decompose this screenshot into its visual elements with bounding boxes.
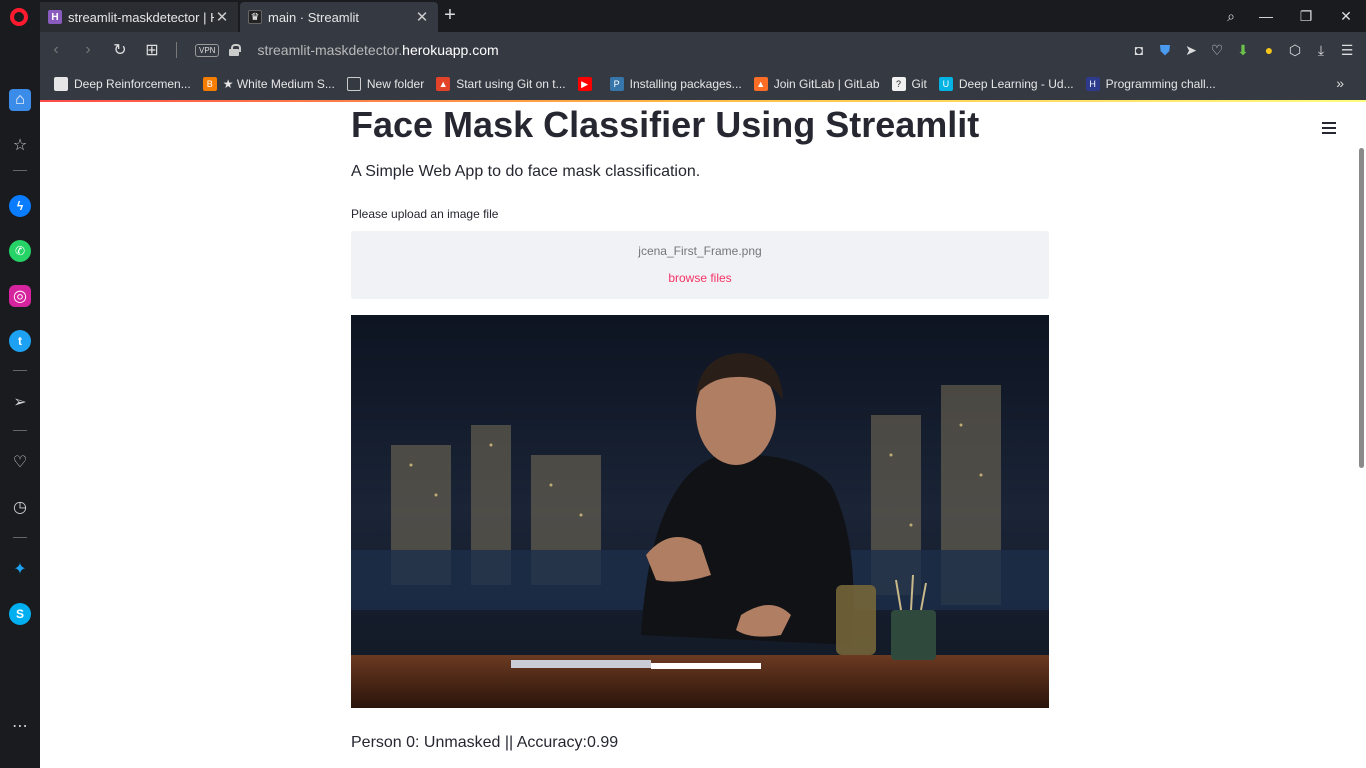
streamlit-icon: ♛ (248, 10, 262, 24)
bookmark-label: Git (911, 77, 927, 91)
bookmark-item[interactable]: H Programming chall... (1085, 77, 1216, 91)
bookmark-item[interactable]: ? Git (891, 77, 927, 91)
tab-strip: H streamlit-maskdetector | He ✕ ♛ main ·… (0, 0, 1366, 32)
adblock-shield-icon[interactable]: ⛊ (1152, 42, 1178, 59)
divider (13, 170, 27, 171)
bookmark-label: Programming chall... (1105, 77, 1216, 91)
page-subtitle: A Simple Web App to do face mask classif… (351, 163, 701, 180)
folder-icon (346, 77, 361, 91)
bookmark-label: Join GitLab | GitLab (773, 77, 880, 91)
heart-icon[interactable]: ♡ (1204, 42, 1230, 59)
uploaded-filename: jcena_First_Frame.png (638, 244, 762, 258)
tab-title: main · Streamlit (268, 9, 360, 25)
heart-icon[interactable]: ♡ (9, 451, 31, 473)
download-ext-icon[interactable]: ⬇ (1230, 42, 1256, 59)
reload-button[interactable]: ↻ (104, 40, 136, 60)
separator (176, 42, 177, 58)
tabs-grid-button[interactable]: ⊞ (136, 40, 168, 60)
emoji-ext-icon[interactable]: ● (1256, 42, 1282, 58)
python-icon: P (609, 77, 624, 91)
send-icon[interactable]: ➤ (1178, 42, 1204, 59)
streamlit-page: Face Mask Classifier Using Streamlit A S… (40, 100, 1366, 768)
downloads-icon[interactable]: ⤓ (1308, 42, 1334, 59)
twitter-bird-icon[interactable]: ✦ (9, 558, 31, 580)
address-bar: ‹ › ↻ ⊞ VPN streamlit-maskdetector.herok… (40, 32, 1366, 68)
hamburger-menu-icon[interactable] (1322, 122, 1336, 134)
url-prefix: streamlit-maskdetector. (257, 42, 403, 58)
vpn-badge[interactable]: VPN (195, 43, 220, 57)
url-field[interactable]: streamlit-maskdetector.herokuapp.com (257, 42, 498, 58)
bookmark-label: ★ White Medium S... (222, 77, 335, 91)
gitlab-icon: ▲ (753, 77, 768, 91)
history-icon[interactable]: ◷ (9, 496, 31, 518)
bookmark-item[interactable]: U Deep Learning - Ud... (938, 77, 1074, 91)
tab-title: streamlit-maskdetector | He (68, 9, 214, 25)
forward-button[interactable]: › (72, 41, 104, 59)
page-scrollbar[interactable] (1359, 148, 1364, 468)
url-domain: herokuapp.com (402, 42, 499, 58)
bookmark-item[interactable]: ▶ (577, 77, 598, 91)
messenger-icon[interactable]: ϟ (9, 195, 31, 217)
blogger-icon: B (202, 77, 217, 91)
opera-sidebar: ⌂ ☆ ϟ ✆ ◎ t ➢ ♡ ◷ ✦ S ⋯ (0, 32, 40, 768)
instagram-icon[interactable]: ◎ (9, 285, 31, 307)
minimize-button[interactable]: — (1246, 8, 1286, 24)
bookmark-item[interactable]: P Installing packages... (609, 77, 742, 91)
skype-icon[interactable]: S (9, 603, 31, 625)
close-window-button[interactable]: ✕ (1326, 8, 1366, 25)
classification-result: Person 0: Unmasked || Accuracy:0.99 (351, 734, 619, 751)
divider (13, 370, 27, 371)
more-icon[interactable]: ⋯ (9, 715, 31, 737)
close-icon[interactable]: ✕ (414, 8, 430, 26)
divider (13, 537, 27, 538)
bookmarks-overflow-icon[interactable]: » (1336, 75, 1344, 91)
upload-label: Please upload an image file (351, 207, 499, 221)
divider (13, 430, 27, 431)
bookmark-item[interactable]: Deep Reinforcemen... (54, 77, 191, 91)
easy-setup-icon[interactable]: ☰ (1334, 42, 1360, 59)
bookmark-label: Deep Reinforcemen... (74, 77, 191, 91)
restore-button[interactable]: ❐ (1286, 8, 1326, 25)
heroku-icon: H (48, 10, 62, 24)
twitter-icon[interactable]: t (9, 330, 31, 352)
page-title: Face Mask Classifier Using Streamlit (351, 104, 980, 145)
new-tab-button[interactable]: + (440, 4, 460, 26)
page-icon (54, 77, 68, 91)
gitlab-icon: ▲ (436, 77, 451, 91)
bookmark-label: Deep Learning - Ud... (958, 77, 1074, 91)
bookmark-item[interactable]: ▲ Start using Git on t... (436, 77, 566, 91)
youtube-icon: ▶ (577, 77, 592, 91)
uploaded-image (351, 315, 1049, 708)
home-icon[interactable]: ⌂ (9, 89, 31, 111)
bookmarks-bar: Deep Reinforcemen... B ★ White Medium S..… (40, 68, 1366, 100)
search-icon[interactable]: ⌕ (1216, 8, 1246, 25)
uploaded-photo-illustration (351, 315, 1049, 708)
tab-heroku[interactable]: H streamlit-maskdetector | He ✕ (40, 2, 238, 32)
tab-streamlit[interactable]: ♛ main · Streamlit ✕ (240, 2, 438, 32)
whatsapp-icon[interactable]: ✆ (9, 240, 31, 262)
decoration-bar (40, 100, 1366, 102)
window-controls: ⌕ — ❐ ✕ (1216, 0, 1366, 32)
udacity-icon: U (938, 77, 953, 91)
bookmark-label: Start using Git on t... (456, 77, 566, 91)
bookmark-label: New folder (366, 77, 425, 91)
bookmark-label: Installing packages... (629, 77, 742, 91)
lock-icon[interactable] (229, 44, 242, 56)
address-actions: ◘ ⛊ ➤ ♡ ⬇ ● ⬡ ⤓ ☰ (1126, 32, 1366, 68)
snapshot-icon[interactable]: ◘ (1126, 42, 1152, 58)
send-icon[interactable]: ➢ (9, 391, 31, 413)
bookmark-item[interactable]: New folder (346, 77, 425, 91)
back-button[interactable]: ‹ (40, 41, 72, 59)
opera-logo-icon[interactable] (10, 8, 28, 26)
hackerrank-icon: H (1085, 77, 1100, 91)
file-uploader-dropzone[interactable]: jcena_First_Frame.png browse files (351, 231, 1049, 299)
close-icon[interactable]: ✕ (214, 8, 230, 26)
browse-files-link[interactable]: browse files (351, 271, 1049, 285)
bookmark-item[interactable]: ▲ Join GitLab | GitLab (753, 77, 880, 91)
star-icon[interactable]: ☆ (9, 134, 31, 156)
git-icon: ? (891, 77, 906, 91)
cube-icon[interactable]: ⬡ (1282, 42, 1308, 59)
bookmark-item[interactable]: B ★ White Medium S... (202, 77, 335, 91)
